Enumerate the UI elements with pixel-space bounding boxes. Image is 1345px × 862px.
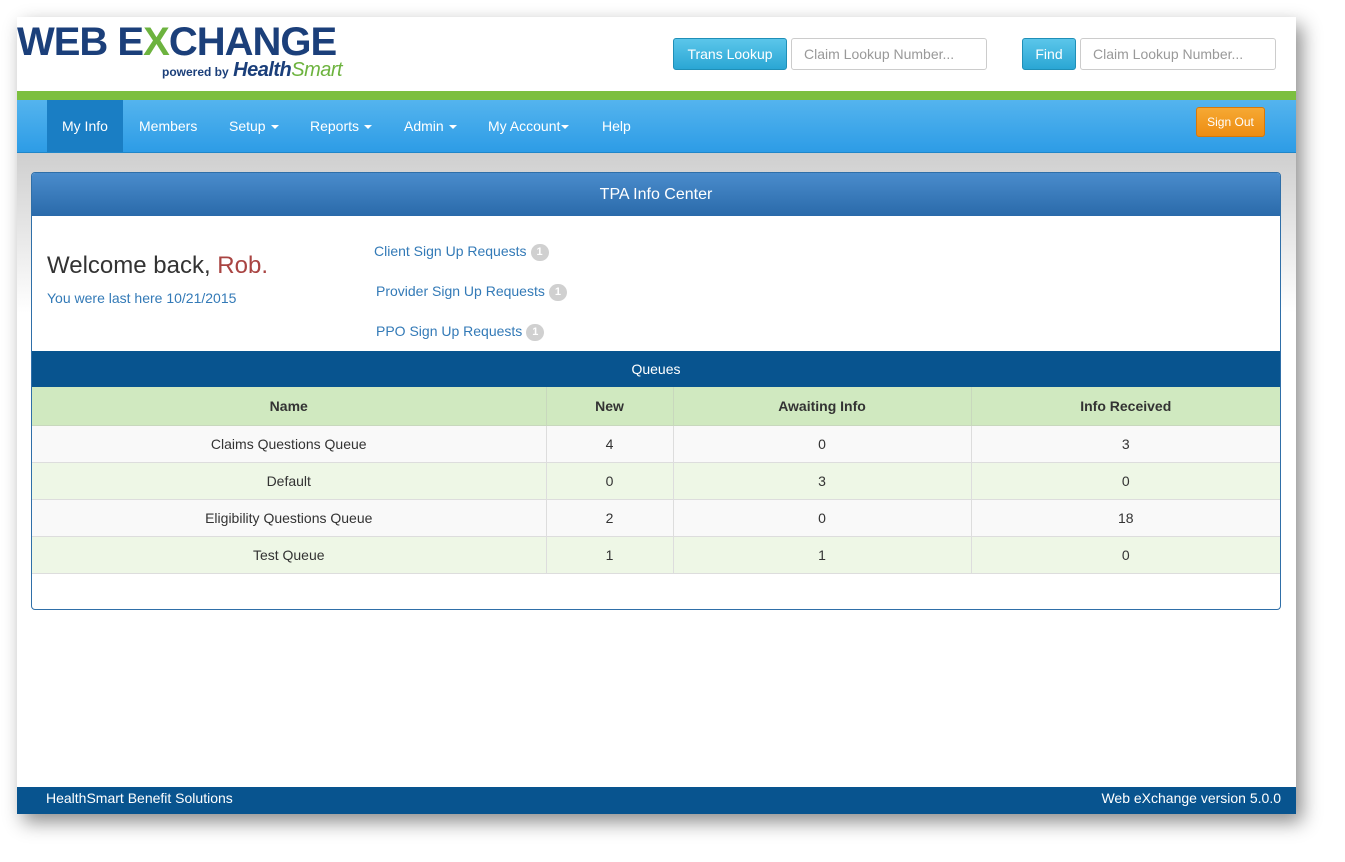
footer-version: Web eXchange version 5.0.0 [1101, 790, 1281, 806]
request-label: Provider Sign Up Requests [376, 283, 545, 299]
web-exchange-logo[interactable]: WEB EXCHANGE powered by HealthSmart [17, 22, 347, 84]
logo-change: CHANGE [168, 20, 337, 64]
find-claim-input[interactable] [1080, 38, 1276, 70]
table-row[interactable]: Claims Questions Queue 4 0 3 [32, 425, 1280, 463]
column-header-name[interactable]: Name [32, 387, 547, 426]
queue-name-cell: Claims Questions Queue [32, 425, 547, 463]
queue-awaiting-cell: 0 [672, 425, 972, 463]
nav-my-info[interactable]: My Info [47, 100, 123, 152]
caret-down-icon [448, 125, 457, 130]
nav-help[interactable]: Help [587, 100, 646, 152]
header: WEB EXCHANGE powered by HealthSmart Tran… [17, 17, 1296, 91]
welcome-message: Welcome back, Rob. [47, 252, 268, 280]
trans-lookup-button[interactable]: Trans Lookup [673, 38, 787, 70]
queue-new-cell: 1 [545, 536, 674, 574]
brand-health: Health [233, 59, 292, 81]
queue-name-cell: Default [32, 462, 547, 500]
caret-down-icon [561, 125, 570, 130]
table-header-row: Name New Awaiting Info Info Received [32, 387, 1280, 426]
welcome-prefix: Welcome back, [47, 252, 218, 279]
client-sign-up-requests-link[interactable]: Client Sign Up Requests 1 [374, 243, 549, 261]
nav-my-account[interactable]: My Account [473, 100, 584, 152]
nav-admin[interactable]: Admin [389, 100, 472, 152]
powered-by-text: powered by [162, 65, 229, 79]
logo-powered-by: powered by HealthSmart [162, 59, 343, 82]
request-label: Client Sign Up Requests [374, 243, 527, 259]
column-header-awaiting-info[interactable]: Awaiting Info [672, 387, 972, 426]
panel-title: TPA Info Center [32, 173, 1280, 216]
queue-awaiting-cell: 3 [672, 462, 972, 500]
queue-new-cell: 0 [545, 462, 674, 500]
table-row[interactable]: Eligibility Questions Queue 2 0 18 [32, 499, 1280, 537]
trans-lookup-input[interactable] [791, 38, 987, 70]
queue-name-cell: Eligibility Questions Queue [32, 499, 547, 537]
nav-setup-label: Setup [229, 118, 266, 134]
logo-web: WEB E [17, 20, 144, 64]
brand-smart: Smart [291, 59, 343, 81]
queue-awaiting-cell: 0 [672, 499, 972, 537]
find-button[interactable]: Find [1022, 38, 1076, 70]
logo-wordmark: WEB EXCHANGE [17, 20, 337, 64]
main-navbar: My Info Members Setup Reports Admin My A… [17, 100, 1296, 153]
request-count-badge: 1 [526, 323, 545, 341]
caret-down-icon [270, 125, 279, 130]
nav-members-label: Members [139, 118, 198, 134]
ppo-sign-up-requests-link[interactable]: PPO Sign Up Requests 1 [376, 323, 545, 341]
sign-out-button[interactable]: Sign Out [1196, 107, 1265, 137]
nav-my-account-label: My Account [488, 118, 561, 134]
tpa-info-center-panel: TPA Info Center Welcome back, Rob. You w… [31, 172, 1281, 610]
footer: HealthSmart Benefit Solutions Web eXchan… [17, 787, 1296, 814]
nav-admin-label: Admin [404, 118, 444, 134]
nav-setup[interactable]: Setup [214, 100, 294, 152]
queue-new-cell: 4 [545, 425, 674, 463]
column-header-new[interactable]: New [545, 387, 674, 426]
welcome-user-name: Rob. [217, 252, 268, 279]
nav-members[interactable]: Members [124, 100, 212, 152]
queue-new-cell: 2 [545, 499, 674, 537]
nav-my-info-label: My Info [62, 118, 108, 134]
table-row[interactable]: Default 0 3 0 [32, 462, 1280, 500]
column-header-info-received[interactable]: Info Received [970, 387, 1280, 426]
header-accent-bar [17, 91, 1296, 100]
queue-received-cell: 18 [970, 499, 1280, 537]
provider-sign-up-requests-link[interactable]: Provider Sign Up Requests 1 [376, 283, 567, 301]
queue-name-cell: Test Queue [32, 536, 547, 574]
logo-x: X [143, 20, 170, 64]
request-count-badge: 1 [530, 243, 549, 261]
nav-reports[interactable]: Reports [295, 100, 387, 152]
queues-table: Name New Awaiting Info Info Received Cla… [32, 387, 1280, 574]
queue-received-cell: 0 [970, 536, 1280, 574]
table-row[interactable]: Test Queue 1 1 0 [32, 536, 1280, 574]
queue-received-cell: 0 [970, 462, 1280, 500]
queue-received-cell: 3 [970, 425, 1280, 463]
app-window: WEB EXCHANGE powered by HealthSmart Tran… [17, 17, 1296, 814]
queue-awaiting-cell: 1 [672, 536, 972, 574]
request-label: PPO Sign Up Requests [376, 323, 523, 339]
last-visit-text: You were last here 10/21/2015 [47, 290, 237, 306]
nav-reports-label: Reports [310, 118, 360, 134]
queues-title: Queues [32, 351, 1280, 387]
footer-company-name: HealthSmart Benefit Solutions [46, 790, 233, 806]
caret-down-icon [364, 125, 373, 130]
request-count-badge: 1 [548, 283, 567, 301]
nav-help-label: Help [602, 118, 631, 134]
